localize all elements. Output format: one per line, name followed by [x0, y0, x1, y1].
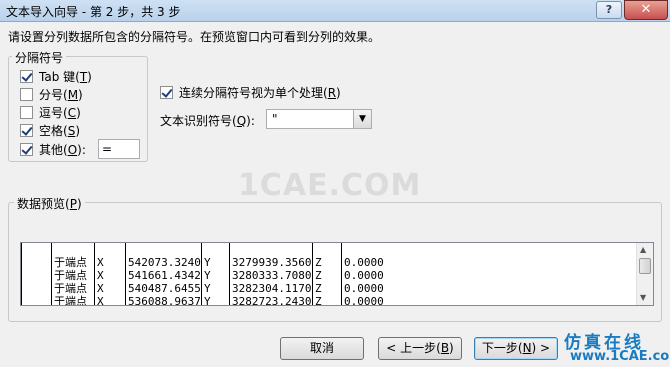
table-cell: Y	[201, 282, 211, 295]
scroll-down-icon[interactable]: ▼	[640, 293, 646, 302]
help-icon: ?	[605, 3, 613, 16]
table-cell: Z	[312, 269, 322, 282]
table-cell	[21, 243, 24, 256]
table-cell	[229, 243, 232, 256]
instruction-text: 请设置分列数据所包含的分隔符号。在预览窗口内可看到分列的效果。	[8, 30, 381, 44]
other-checkbox-label: 其他(O):	[39, 142, 86, 157]
table-cell: Z	[312, 295, 322, 305]
text-qualifier-value: "	[272, 112, 278, 126]
consecutive-checkbox[interactable]	[160, 85, 173, 99]
close-icon: ✕	[640, 2, 652, 17]
help-button[interactable]: ?	[596, 1, 622, 19]
title-bar: 文本导入向导 - 第 2 步，共 3 步 ? ✕	[0, 0, 670, 22]
window-title: 文本导入向导 - 第 2 步，共 3 步	[6, 5, 181, 19]
table-cell: 536088.9637	[125, 295, 201, 305]
table-cell: 3282304.1170	[229, 282, 311, 295]
table-cell: 542073.3240	[125, 256, 201, 269]
tab-checkbox-label: Tab 键(T)	[39, 69, 92, 84]
table-cell: Y	[201, 295, 211, 305]
close-button[interactable]: ✕	[624, 0, 668, 20]
brand-url: www.1CAE.com	[570, 349, 670, 364]
other-checkbox[interactable]	[20, 142, 33, 156]
text-qualifier-label: 文本识别符号(Q):	[160, 114, 255, 128]
other-checkbox-row[interactable]: 其他(O):	[20, 141, 86, 157]
table-cell	[94, 243, 97, 256]
space-checkbox-label: 空格(S)	[39, 123, 80, 138]
table-row: 于端点 X 536088.9637 Y 3282723.2430 Z 0.0000	[21, 295, 635, 305]
table-cell	[51, 243, 54, 256]
table-cell	[21, 282, 24, 295]
semicolon-checkbox[interactable]	[20, 87, 33, 101]
other-delimiter-input[interactable]: =	[98, 139, 140, 159]
comma-checkbox-row[interactable]: 逗号(C)	[20, 104, 81, 120]
space-checkbox[interactable]	[20, 123, 33, 137]
scroll-up-icon[interactable]: ▲	[640, 245, 646, 254]
table-cell: Z	[312, 256, 322, 269]
table-cell: 0.0000	[341, 282, 384, 295]
chevron-down-icon[interactable]: ▼	[353, 110, 371, 128]
space-checkbox-row[interactable]: 空格(S)	[20, 122, 80, 138]
delimiters-group-label: 分隔符号	[12, 49, 67, 66]
table-cell	[125, 243, 128, 256]
table-row	[21, 243, 635, 256]
tab-checkbox-row[interactable]: Tab 键(T)	[20, 68, 92, 84]
data-preview[interactable]: 于端点 X 542073.3240 Y 3279939.3560 Z 0.0000 于端点 X 5…	[20, 242, 654, 306]
table-cell: 于端点	[51, 269, 87, 282]
table-cell: X	[94, 295, 104, 305]
table-row: 于端点 X 541661.4342 Y 3280333.7080 Z 0.0000	[21, 269, 635, 282]
table-cell: 540487.6455	[125, 282, 201, 295]
scroll-thumb[interactable]	[639, 258, 651, 274]
semicolon-checkbox-row[interactable]: 分号(M)	[20, 86, 83, 102]
table-cell	[201, 243, 204, 256]
table-row: 于端点 X 542073.3240 Y 3279939.3560 Z 0.0000	[21, 256, 635, 269]
next-button[interactable]: 下一步(N) >	[474, 337, 558, 360]
comma-checkbox[interactable]	[20, 105, 33, 119]
table-row: 于端点 X 540487.6455 Y 3282304.1170 Z 0.0000	[21, 282, 635, 295]
table-cell: 3279939.3560	[229, 256, 311, 269]
preview-rows: 于端点 X 542073.3240 Y 3279939.3560 Z 0.0000 于端点 X 5…	[21, 243, 635, 305]
table-cell	[21, 269, 24, 282]
comma-checkbox-label: 逗号(C)	[39, 105, 81, 120]
table-cell: 0.0000	[341, 256, 384, 269]
back-button[interactable]: < 上一步(B)	[378, 337, 462, 360]
table-cell: 3282723.2430	[229, 295, 311, 305]
table-cell: 3280333.7080	[229, 269, 311, 282]
cancel-button[interactable]: 取消	[280, 337, 364, 360]
table-cell: Y	[201, 256, 211, 269]
table-cell: Y	[201, 269, 211, 282]
consecutive-checkbox-row[interactable]: 连续分隔符号视为单个处理(R)	[160, 84, 341, 100]
table-cell: 0.0000	[341, 269, 384, 282]
table-cell	[21, 295, 24, 305]
watermark: 1CAE.COM	[238, 168, 422, 203]
table-cell	[21, 256, 24, 269]
table-cell: 0.0000	[341, 295, 384, 305]
table-cell	[312, 243, 315, 256]
brand-logo: 仿真在线 www.1CAE.com	[556, 328, 670, 366]
table-cell: 于端点	[51, 295, 87, 305]
table-cell: X	[94, 269, 104, 282]
table-cell: Z	[312, 282, 322, 295]
preview-label: 数据预览(P)	[14, 195, 85, 212]
table-cell: 于端点	[51, 282, 87, 295]
table-cell	[341, 243, 344, 256]
consecutive-checkbox-label: 连续分隔符号视为单个处理(R)	[179, 85, 341, 100]
text-qualifier-select[interactable]: " ▼	[266, 109, 372, 129]
table-cell: 541661.4342	[125, 269, 201, 282]
table-cell: X	[94, 256, 104, 269]
table-cell: 于端点	[51, 256, 87, 269]
semicolon-checkbox-label: 分号(M)	[39, 87, 83, 102]
table-cell: X	[94, 282, 104, 295]
preview-scrollbar[interactable]: ▲ ▼	[636, 243, 653, 305]
tab-checkbox[interactable]	[20, 69, 33, 83]
